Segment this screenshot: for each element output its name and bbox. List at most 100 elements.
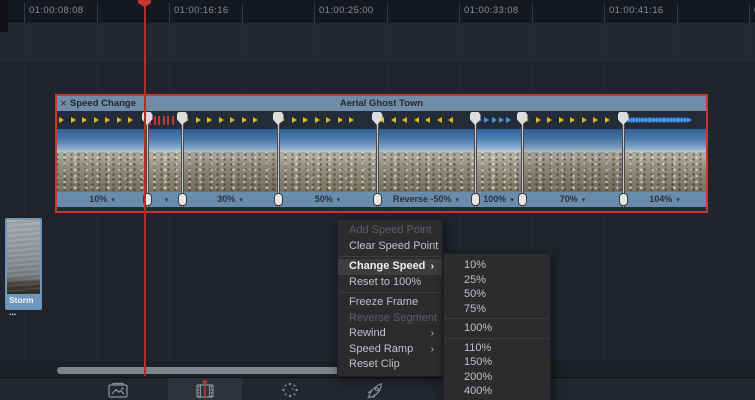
speed-segment-label[interactable]: ▾ (147, 192, 182, 207)
timecode-label: 01:00:16:16 (174, 5, 229, 16)
speed-arrow-icon (414, 117, 419, 123)
menu-item-25-[interactable]: 25% (444, 273, 550, 288)
speed-point-handle[interactable] (518, 193, 527, 206)
menu-item-rewind[interactable]: Rewind› (338, 326, 442, 342)
clip-thumbnail-frame (522, 129, 623, 192)
timeline-icon (192, 379, 218, 400)
chevron-down-icon[interactable]: ▾ (582, 197, 586, 204)
speed-point-handle[interactable] (471, 193, 480, 206)
speed-arrow-icon (82, 117, 87, 123)
track-divider (0, 60, 755, 61)
menu-separator (445, 338, 549, 339)
menu-item-clear-speed-point[interactable]: Clear Speed Point (338, 239, 442, 255)
chevron-down-icon[interactable]: ▾ (337, 197, 341, 204)
speed-segment-label[interactable]: 10% ▾ (57, 192, 147, 207)
speed-segment-label[interactable]: 104%▾ (623, 192, 706, 207)
menu-item-speed-ramp[interactable]: Speed Ramp› (338, 342, 442, 358)
menu-item-add-speed-point[interactable]: Add Speed Point (338, 223, 442, 239)
effects-icon (278, 380, 302, 400)
ruler-tick (532, 3, 533, 22)
speed-arrow-icon (242, 117, 247, 123)
thumbnail-terrain (623, 152, 706, 192)
speed-arrow-icon (605, 117, 610, 123)
speed-segment-label[interactable]: 100%▾ (475, 192, 522, 207)
retime-context-menu: Add Speed PointClear Speed Point Change S… (337, 219, 443, 377)
menu-item-reverse-segment[interactable]: Reverse Segment (338, 311, 442, 327)
still-dash (154, 116, 156, 125)
speed-arrow-icon (391, 117, 396, 123)
menu-item-10-[interactable]: 10% (444, 258, 550, 273)
clip-thumbnail-frame (182, 129, 278, 192)
speed-arrow-icon (349, 117, 354, 123)
speed-value-text: 50% (315, 194, 333, 204)
menu-item-110-[interactable]: 110% (444, 341, 550, 356)
menu-separator (339, 292, 441, 293)
gridline (24, 22, 25, 376)
thumbnail-terrain (57, 152, 147, 192)
media-pool-tab[interactable] (93, 378, 143, 400)
menu-item-change-speed[interactable]: Change Speed› (338, 259, 442, 275)
chevron-down-icon[interactable]: ▾ (456, 197, 460, 204)
speed-value-text: 10% (89, 194, 107, 204)
speed-value-text: 70% (560, 194, 578, 204)
speed-arrow-icon (506, 117, 511, 123)
still-dash (158, 116, 160, 125)
menu-item-200-[interactable]: 200% (444, 370, 550, 385)
speed-arrow-icon (315, 117, 320, 123)
chevron-down-icon[interactable]: ▾ (510, 197, 514, 204)
effects-tab[interactable] (265, 378, 315, 400)
chevron-down-icon[interactable]: ▾ (111, 197, 115, 204)
timecode-label: 01:00:25:00 (319, 5, 374, 16)
playhead-line[interactable] (144, 0, 146, 376)
export-tab[interactable] (350, 378, 400, 400)
retime-segment-arrows-Reverse -50% (379, 111, 473, 129)
menu-item-75-[interactable]: 75% (444, 302, 550, 317)
speed-arrow-icon (253, 117, 258, 123)
menu-separator (445, 318, 549, 319)
ruler-corner (0, 0, 8, 32)
menu-item-reset-clip[interactable]: Reset Clip (338, 357, 442, 373)
rocket-icon (362, 379, 388, 400)
speed-point-handle[interactable] (274, 193, 283, 206)
speed-arrow-icon (338, 117, 343, 123)
chevron-down-icon[interactable]: ▾ (676, 197, 680, 204)
chevron-down-icon[interactable]: ▾ (239, 197, 243, 204)
speed-segment-label[interactable]: 70% ▾ (522, 192, 623, 207)
speed-point-handle[interactable] (373, 193, 382, 206)
speed-segment-label[interactable]: Reverse -50%▾ (377, 192, 475, 207)
retime-segment-arrows-10% (59, 111, 145, 129)
edit-timeline-tab[interactable] (168, 378, 242, 400)
close-icon[interactable]: ✕ (57, 99, 70, 108)
speed-segment-bar: 10%▾▾30%▾50%▾Reverse -50%▾100%▾70%▾104%▾ (57, 192, 706, 207)
menu-item-150-[interactable]: 150% (444, 355, 550, 370)
media-clip-storm[interactable]: Storm ... (5, 218, 42, 310)
timecode-label: 01:00:33:08 (464, 5, 519, 16)
timeline-upper-band (0, 22, 755, 60)
speed-segment-label[interactable]: 30%▾ (182, 192, 278, 207)
thumbnail-sky (475, 129, 522, 152)
ruler-tick (24, 3, 25, 22)
menu-item-50-[interactable]: 50% (444, 287, 550, 302)
thumbnail-terrain (475, 152, 522, 192)
video-editor-window: 01:00:08:08 01:00:16:16 01:00:25:00 01:00:3… (0, 0, 755, 400)
change-speed-submenu: 10%25%50%75% 100% 110%150%200%400% (443, 253, 551, 400)
speed-segment-label[interactable]: 50% ▾ (278, 192, 377, 207)
thumbnail-terrain (278, 152, 377, 192)
menu-item-freeze-frame[interactable]: Freeze Frame (338, 295, 442, 311)
speed-point-handle[interactable] (178, 193, 187, 206)
chevron-down-icon[interactable]: ▾ (165, 197, 169, 204)
timecode-label: 01:00:41:16 (609, 5, 664, 16)
timecode-ruler[interactable]: 01:00:08:08 01:00:16:16 01:00:25:00 01:00:3… (0, 0, 755, 22)
menu-item-100-[interactable]: 100% (444, 321, 550, 336)
speed-change-header[interactable]: ✕ Speed Change (57, 96, 706, 111)
retime-segment-arrows-50% (280, 111, 375, 129)
speed-arrow-icon (117, 117, 122, 123)
retime-segment-arrows-30% (184, 111, 276, 129)
speed-point-handle[interactable] (619, 193, 628, 206)
thumbnail-terrain (182, 152, 278, 192)
menu-item-400-[interactable]: 400% (444, 384, 550, 399)
retime-segment-arrows-100% (477, 111, 520, 129)
menu-item-reset-to-100-[interactable]: Reset to 100% (338, 275, 442, 291)
timeline-clip-aerial-ghost-town[interactable]: ✕ Speed Change Aerial Ghost Town 10%▾▾30… (55, 94, 708, 213)
timecode-label: 01:00:08:08 (29, 5, 84, 16)
